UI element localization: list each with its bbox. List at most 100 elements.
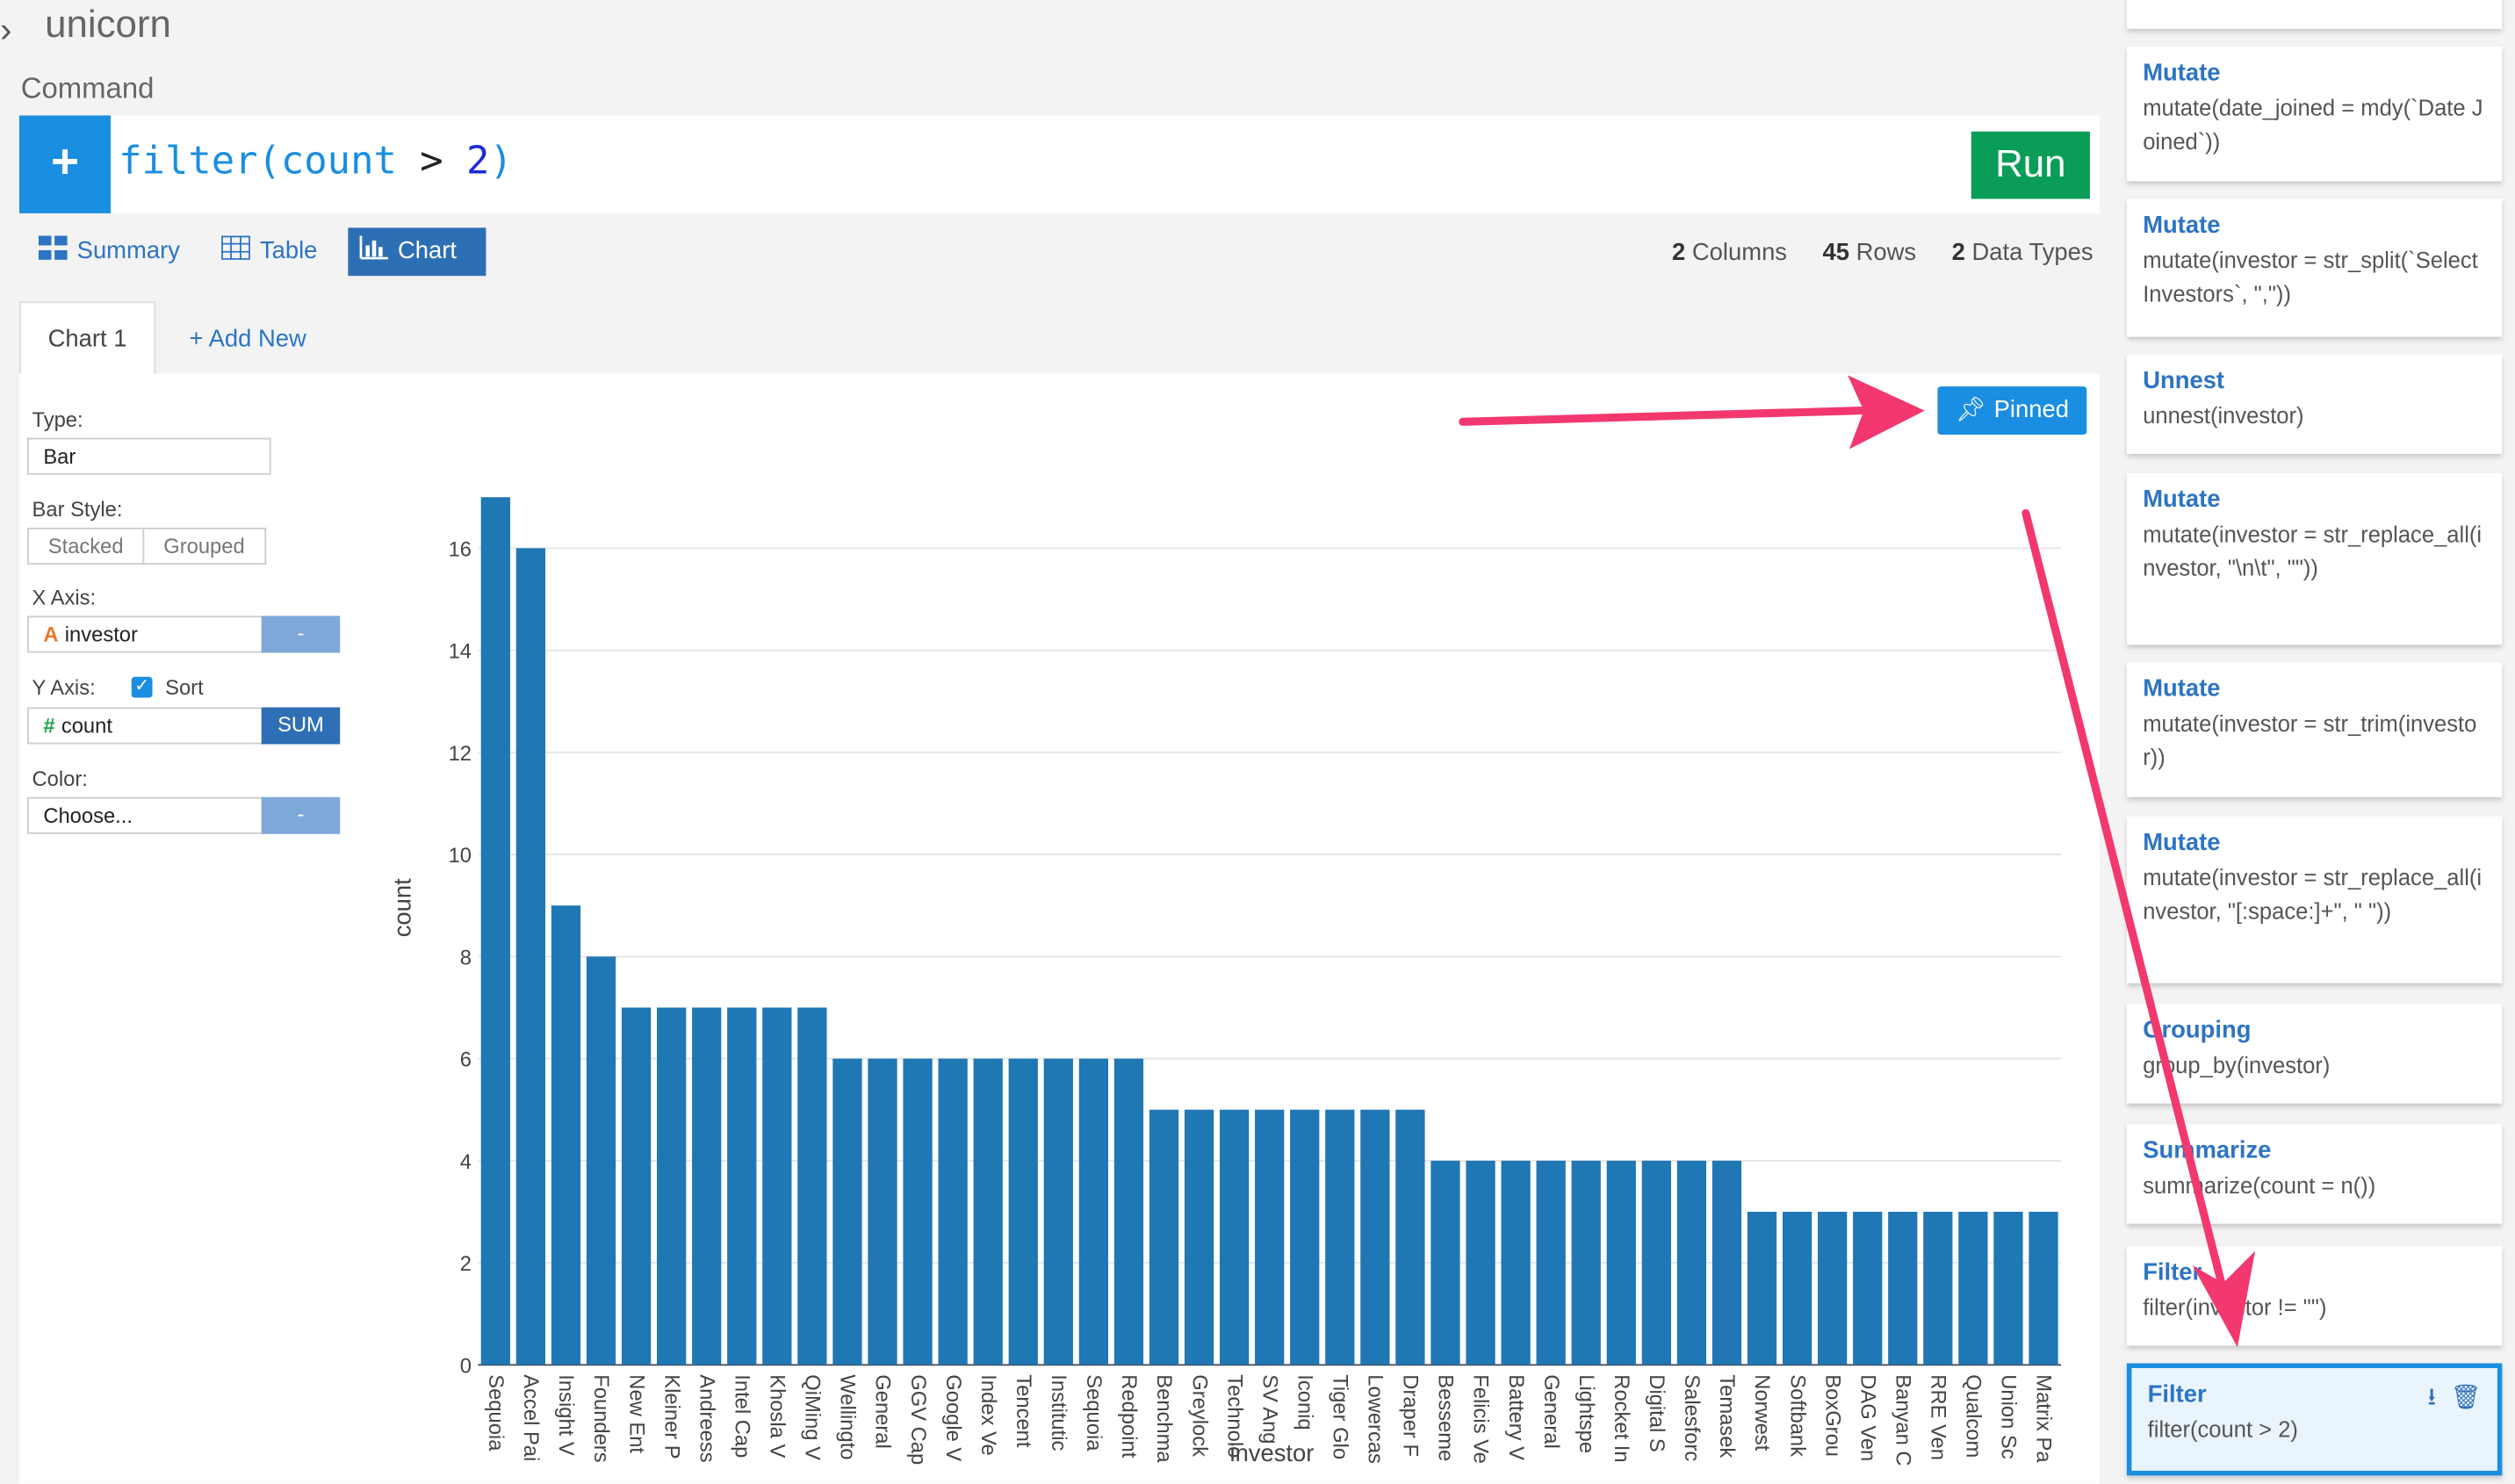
bar[interactable]: [551, 905, 581, 1365]
bar[interactable]: [1923, 1211, 1953, 1365]
step-card-7[interactable]: Grouping group_by(investor): [2126, 1004, 2503, 1104]
x-tick-label: Draper F: [1399, 1374, 1422, 1457]
bar[interactable]: [1711, 1160, 1742, 1365]
bar[interactable]: [1641, 1160, 1671, 1365]
step-card-10[interactable]: Filter filter(count > 2) ⭳ 🗑︎: [2126, 1363, 2503, 1476]
y-tick-label: 2: [460, 1253, 472, 1276]
bar[interactable]: [1360, 1109, 1390, 1365]
x-tick-label: Wellingto: [836, 1374, 859, 1459]
x-tick-label: RRE Ven: [1927, 1374, 1949, 1460]
bar[interactable]: [868, 1058, 897, 1365]
x-tick-label: Matrix Pa: [2032, 1374, 2055, 1463]
bar[interactable]: [1536, 1160, 1566, 1365]
bar[interactable]: [1113, 1058, 1144, 1365]
bar[interactable]: [1219, 1109, 1250, 1365]
y-tick-label: 4: [460, 1151, 472, 1174]
x-tick-label: Rocket In: [1610, 1374, 1632, 1462]
y-tick-label: 12: [449, 743, 472, 766]
x-tick-label: Benchma: [1152, 1374, 1175, 1463]
bar[interactable]: [657, 1007, 687, 1365]
x-tick-label: New Ent: [624, 1374, 647, 1453]
bar[interactable]: [1149, 1109, 1179, 1365]
bar[interactable]: [973, 1058, 1003, 1365]
x-tick-label: Google V: [941, 1374, 964, 1461]
step-title: Mutate: [2143, 829, 2221, 857]
bar[interactable]: [1466, 1160, 1495, 1365]
bar[interactable]: [1571, 1160, 1601, 1365]
step-card-4[interactable]: Mutate mutate(investor = str_replace_all…: [2126, 472, 2503, 645]
bar[interactable]: [1958, 1211, 1988, 1365]
bar[interactable]: [692, 1007, 722, 1365]
y-tick-label: 14: [449, 641, 472, 664]
bar[interactable]: [1043, 1058, 1073, 1365]
step-card-0[interactable]: [2126, 0, 2503, 29]
step-title: Mutate: [2143, 486, 2221, 514]
bar[interactable]: [1501, 1160, 1531, 1365]
x-tick-label: Felicis Ve: [1469, 1374, 1492, 1464]
x-tick-label: Battery V: [1504, 1374, 1527, 1460]
bar[interactable]: [1184, 1109, 1214, 1365]
step-card-9[interactable]: Filter filter(investor != ""): [2126, 1246, 2503, 1346]
bar[interactable]: [480, 497, 510, 1365]
bar[interactable]: [1606, 1160, 1636, 1365]
bar[interactable]: [2029, 1211, 2058, 1365]
x-tick-label: Sequoia: [484, 1374, 507, 1452]
bar[interactable]: [1853, 1211, 1883, 1365]
bar[interactable]: [832, 1058, 862, 1365]
x-tick-label: Khosla V: [766, 1374, 789, 1458]
download-icon[interactable]: ⭳: [2427, 1384, 2436, 1411]
y-axis-title: count: [389, 878, 416, 937]
x-tick-label: Temasek: [1715, 1374, 1738, 1458]
step-actions: ⭳ 🗑︎: [2427, 1381, 2481, 1422]
step-card-3[interactable]: Unnest unnest(investor): [2126, 354, 2503, 454]
bar[interactable]: [1782, 1211, 1812, 1365]
step-code: unnest(investor): [2143, 402, 2304, 429]
bar[interactable]: [1818, 1211, 1848, 1365]
trash-icon[interactable]: 🗑︎: [2451, 1384, 2482, 1411]
bar[interactable]: [1430, 1160, 1460, 1365]
bar[interactable]: [1290, 1109, 1320, 1365]
x-tick-label: BoxGrou: [1820, 1374, 1843, 1457]
x-tick-label: Founders: [589, 1374, 612, 1462]
y-tick-label: 8: [460, 947, 472, 969]
step-card-8[interactable]: Summarize summarize(count = n()): [2126, 1124, 2503, 1224]
bar[interactable]: [727, 1007, 757, 1365]
x-tick-label: Intel Cap: [730, 1374, 753, 1458]
step-card-6[interactable]: Mutate mutate(investor = str_replace_all…: [2126, 816, 2503, 983]
steps-panel: Mutate mutate(date_joined = mdy(`Date Jo…: [2126, 0, 2503, 1484]
x-tick-label: Index Ve: [976, 1374, 999, 1455]
bar[interactable]: [762, 1007, 792, 1365]
bar[interactable]: [1008, 1058, 1038, 1365]
x-tick-label: Greylock: [1187, 1374, 1210, 1457]
step-card-5[interactable]: Mutate mutate(investor = str_trim(invest…: [2126, 662, 2503, 797]
bar[interactable]: [1888, 1211, 1918, 1365]
x-tick-label: Accel Pai: [519, 1374, 542, 1461]
x-tick-label: Banyan C: [1891, 1374, 1913, 1466]
x-tick-label: Softbank: [1785, 1374, 1808, 1457]
bar-chart: 0 2 4 6 8 10 12 14 16 Sequoia Accel Pai Insight V F…: [389, 497, 2062, 1466]
x-tick-label: Digital S: [1645, 1374, 1668, 1452]
bar[interactable]: [797, 1007, 827, 1365]
bar[interactable]: [1325, 1109, 1355, 1365]
step-title: Filter: [2143, 1258, 2202, 1286]
y-tick-label: 16: [449, 538, 472, 561]
chart-bars: [480, 497, 2058, 1365]
bar[interactable]: [1255, 1109, 1285, 1365]
bar[interactable]: [1993, 1211, 2023, 1365]
bar[interactable]: [1747, 1211, 1777, 1365]
x-tick-label: Lowercas: [1364, 1374, 1387, 1464]
step-card-2[interactable]: Mutate mutate(investor = str_split(`Sele…: [2126, 198, 2503, 337]
step-code: summarize(count = n()): [2143, 1172, 2376, 1199]
bar[interactable]: [586, 956, 616, 1365]
bar[interactable]: [621, 1007, 652, 1365]
bar[interactable]: [1676, 1160, 1707, 1365]
bar[interactable]: [515, 548, 546, 1365]
step-title: Mutate: [2143, 59, 2221, 87]
bar[interactable]: [1078, 1058, 1108, 1365]
bar[interactable]: [903, 1058, 933, 1365]
step-title: Summarize: [2143, 1136, 2272, 1165]
bar[interactable]: [938, 1058, 968, 1365]
step-card-1[interactable]: Mutate mutate(date_joined = mdy(`Date Jo…: [2126, 46, 2503, 182]
bar[interactable]: [1395, 1109, 1425, 1365]
x-tick-label: Redpoint: [1117, 1374, 1140, 1458]
